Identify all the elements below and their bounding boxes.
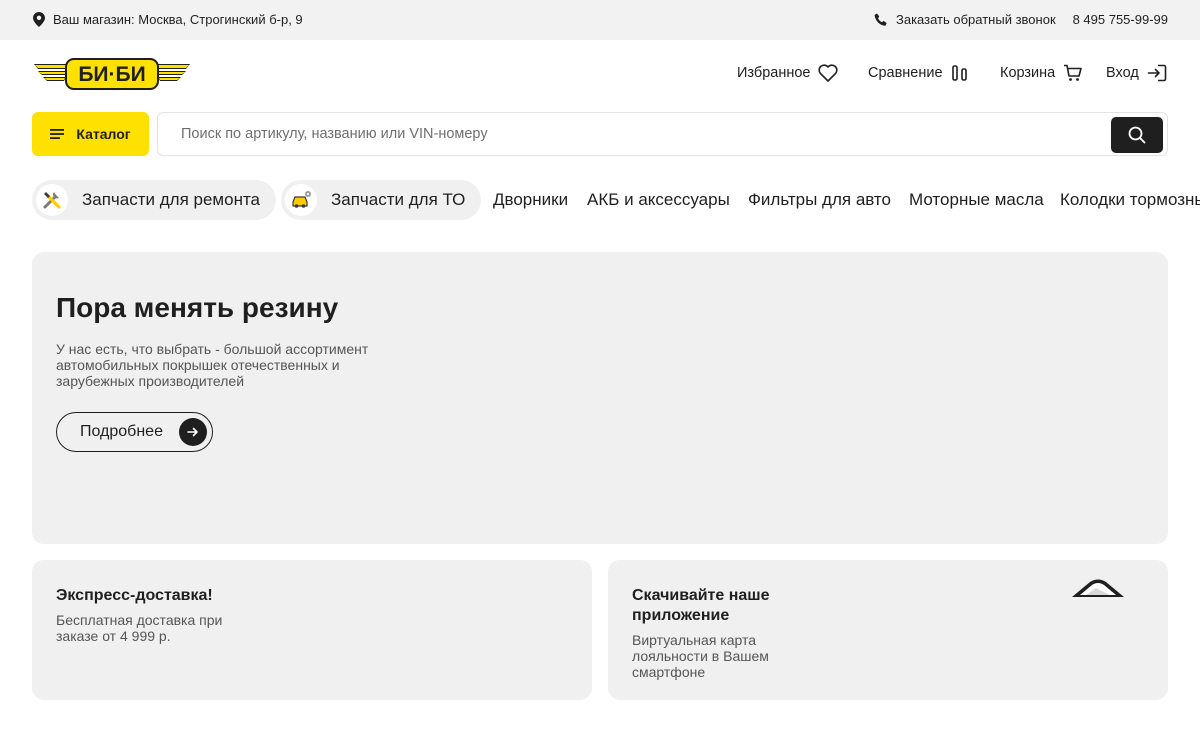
compare-link[interactable]: Сравнение [868,64,969,82]
hero-title: Пора менять резину [56,292,339,323]
favorites-label: Избранное [737,65,811,81]
bibi-logo-icon: БИ·БИ [34,58,190,90]
hero-banner[interactable]: Пора менять резину У нас есть, что выбра… [32,252,1168,544]
phone-icon [874,13,887,26]
app-card[interactable]: Скачивайте наше приложение Виртуальная к… [608,560,1168,700]
search-box [157,112,1168,156]
app-card-text: Виртуальная карта лояльности в Вашем сма… [632,632,769,680]
cart-icon [1064,64,1083,81]
category-bar: Запчасти для ремонта Запчасти для ТО Дво… [32,180,1200,220]
favorites-link[interactable]: Избранное [737,64,839,82]
wrench-screwdriver-icon [36,184,68,216]
login-link[interactable]: Вход [1106,64,1167,82]
delivery-card[interactable]: Экспресс-доставка! Бесплатная доставка п… [32,560,592,700]
location-pin-icon [33,12,45,27]
menu-icon [50,129,65,139]
callback-label: Заказать обратный звонок [896,12,1056,27]
category-chip-maintenance[interactable]: Запчасти для ТО [281,180,482,220]
logo-text: БИ·БИ [78,63,145,86]
store-location[interactable]: Ваш магазин: Москва, Строгинский б-р, 9 [33,12,303,27]
top-bar: Ваш магазин: Москва, Строгинский б-р, 9 … [0,0,1200,40]
cart-link[interactable]: Корзина [1000,64,1083,82]
hero-text: У нас есть, что выбрать - большой ассорт… [56,341,369,389]
store-label: Ваш магазин: Москва, Строгинский б-р, 9 [53,12,303,27]
more-button-label: Подробнее [80,423,163,440]
app-illustration-icon [1072,579,1124,597]
more-button[interactable]: Подробнее [56,412,213,452]
callback-link[interactable]: Заказать обратный звонок [874,12,1056,27]
delivery-card-title: Экспресс-доставка! [56,587,213,604]
car-service-icon [285,184,317,216]
search-button[interactable] [1111,117,1163,153]
catalog-button[interactable]: Каталог [32,112,149,156]
category-link-batteries[interactable]: АКБ и аксессуары [587,190,730,210]
compare-label: Сравнение [868,65,943,81]
login-label: Вход [1106,65,1139,81]
logo[interactable]: БИ·БИ [32,55,192,93]
phone-number[interactable]: 8 495 755-99-99 [1073,12,1168,27]
catalog-label: Каталог [76,126,131,142]
login-icon [1147,64,1167,82]
category-chip-label: Запчасти для ремонта [82,190,261,209]
search-input[interactable] [181,113,1081,155]
category-link-filters[interactable]: Фильтры для авто [748,190,891,210]
compare-icon [951,65,967,81]
search-icon [1128,126,1146,144]
category-link-wipers[interactable]: Дворники [493,190,568,210]
app-card-title: Скачивайте наше приложение [632,587,770,624]
arrow-right-icon [179,418,207,446]
category-link-brake-pads[interactable]: Колодки тормозные [1060,190,1200,210]
category-chip-repair[interactable]: Запчасти для ремонта [32,180,277,220]
category-chip-label: Запчасти для ТО [331,190,466,209]
category-link-oils[interactable]: Моторные масла [909,190,1044,210]
heart-icon [818,64,839,82]
delivery-card-text: Бесплатная доставка при заказе от 4 999 … [56,612,223,644]
cart-label: Корзина [1000,65,1056,81]
